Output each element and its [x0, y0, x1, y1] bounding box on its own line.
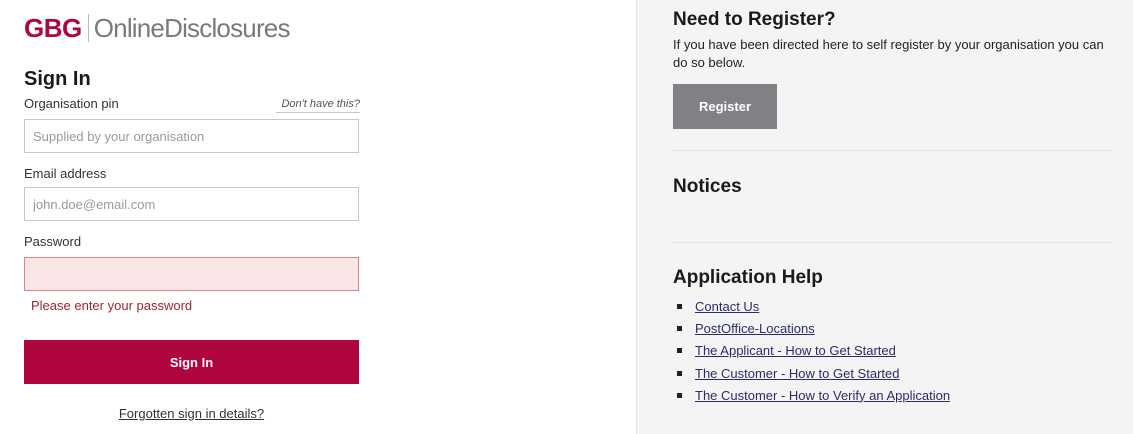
- list-item: The Customer - How to Get Started: [677, 362, 950, 384]
- info-panel: Need to Register? If you have been direc…: [636, 0, 1133, 434]
- register-button[interactable]: Register: [673, 84, 777, 129]
- list-item: PostOffice-Locations: [677, 317, 950, 339]
- logo-mark: GBG: [24, 12, 82, 43]
- list-item: The Customer - How to Verify an Applicat…: [677, 384, 950, 406]
- bullet-icon: [677, 325, 682, 331]
- list-item: Contact Us: [677, 295, 950, 317]
- register-description: If you have been directed here to self r…: [673, 37, 1104, 70]
- customer-get-started-link[interactable]: The Customer - How to Get Started: [695, 366, 899, 381]
- sign-in-panel: GBG OnlineDisclosures Sign In Organisati…: [0, 0, 636, 434]
- bullet-icon: [677, 303, 682, 309]
- password-label: Password: [24, 234, 82, 249]
- sign-in-button[interactable]: Sign In: [24, 340, 359, 384]
- customer-verify-application-link[interactable]: The Customer - How to Verify an Applicat…: [695, 388, 950, 403]
- bullet-icon: [677, 370, 682, 376]
- section-divider: [673, 150, 1113, 151]
- register-title: Need to Register?: [673, 9, 836, 30]
- application-help-title: Application Help: [673, 267, 823, 288]
- contact-us-link[interactable]: Contact Us: [695, 299, 759, 314]
- section-divider: [673, 242, 1113, 243]
- applicant-get-started-link[interactable]: The Applicant - How to Get Started: [695, 343, 896, 358]
- list-item: The Applicant - How to Get Started: [677, 340, 950, 362]
- help-links-list: Contact Us PostOffice-Locations The Appl…: [677, 295, 950, 406]
- notices-title: Notices: [673, 176, 742, 197]
- password-field[interactable]: [24, 257, 359, 291]
- forgotten-sign-in-link[interactable]: Forgotten sign in details?: [24, 406, 359, 421]
- sign-in-title: Sign In: [24, 68, 91, 90]
- password-error-message: Please enter your password: [31, 298, 193, 313]
- gbg-logo: GBG OnlineDisclosures: [24, 12, 290, 44]
- postoffice-locations-link[interactable]: PostOffice-Locations: [695, 321, 815, 336]
- organisation-pin-label: Organisation pin: [24, 96, 119, 111]
- email-address-label: Email address: [24, 166, 107, 181]
- dont-have-this-link[interactable]: Don't have this?: [276, 98, 360, 113]
- organisation-pin-input[interactable]: [24, 119, 359, 153]
- product-name: OnlineDisclosures: [93, 12, 291, 43]
- email-field[interactable]: [24, 187, 359, 221]
- logo-divider: [87, 14, 89, 42]
- bullet-icon: [677, 392, 682, 398]
- bullet-icon: [677, 348, 682, 354]
